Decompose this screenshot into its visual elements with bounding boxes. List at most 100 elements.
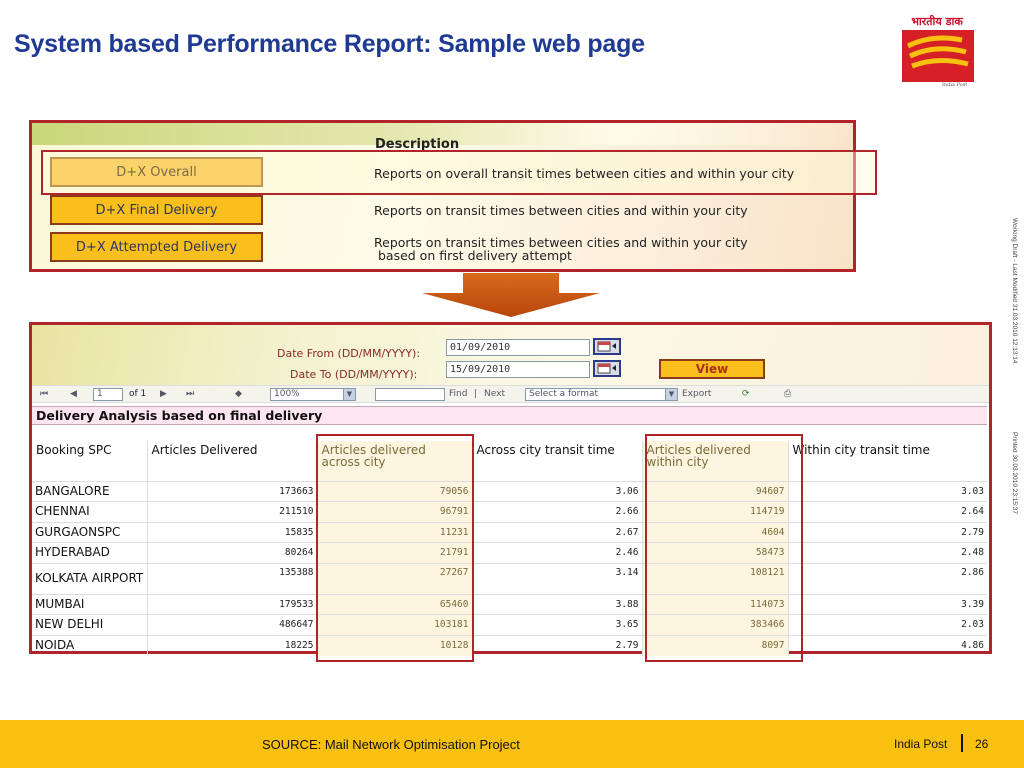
cell-within-city: 108121 [641,562,788,594]
cell-articles-delivered: 179533 [146,593,317,615]
cell-within-city: 114073 [641,593,788,615]
footer-divider [961,734,963,752]
cell-across-transit: 2.79 [471,634,642,656]
cell-within-transit: 2.48 [787,542,987,563]
date-to-input[interactable]: 15/09/2010 [446,361,590,378]
cell-across-city: 79056 [316,480,472,502]
cell-articles-delivered: 18225 [146,634,317,656]
export-format-select[interactable]: Select a format ▼ [525,388,678,401]
footer-org: India Post [894,737,948,751]
cell-booking-spc: KOLKATA AIRPORT [32,562,147,594]
date-from-label: Date From (DD/MM/YYYY): [277,347,421,360]
cell-booking-spc: MUMBAI [32,593,147,615]
cell-across-city: 10128 [316,634,472,656]
cell-within-city: 4604 [641,521,788,543]
calendar-icon [597,363,616,374]
side-note-modified: Working Draft - Last Modified 31.03.2010… [1011,218,1018,364]
logo-hindi-text: भारतीय डाक [911,15,963,28]
chevron-down-icon: ▼ [343,389,355,400]
slide-footer: SOURCE: Mail Network Optimisation Projec… [0,720,1024,768]
delivery-report-panel: Date From (DD/MM/YYYY): 01/09/2010 Date … [29,322,992,662]
page-number-input[interactable]: 1 [93,388,123,401]
cell-within-transit: 2.64 [787,501,987,522]
cell-across-city: 21791 [316,542,472,563]
date-to-calendar-button[interactable] [593,360,621,377]
cell-across-city: 65460 [316,593,472,615]
column-header: Articles delivered across city [316,441,472,481]
zoom-select[interactable]: 100% ▼ [270,388,356,401]
column-header: Within city transit time [787,441,987,481]
cell-booking-spc: CHENNAI [32,501,147,522]
date-from-input[interactable]: 01/09/2010 [446,339,590,356]
cell-across-transit: 3.14 [471,562,642,594]
report-viewer-toolbar: ⏮ ◀ 1 of 1 ▶ ⏭ ◆ 100% ▼ Find | Next Sele… [32,385,989,403]
cell-within-city: 8097 [641,634,788,656]
chevron-down-icon: ▼ [665,389,677,400]
previous-page-icon[interactable]: ◀ [70,389,77,399]
table-row: CHENNAI 211510 96791 2.66 114719 2.64 [32,501,987,522]
cell-within-city: 94607 [641,480,788,502]
column-header: Across city transit time [471,441,642,481]
cell-articles-delivered: 135388 [146,562,317,594]
report-button-overall[interactable]: D+X Overall [50,157,263,187]
cell-across-transit: 2.67 [471,521,642,543]
cell-across-transit: 3.65 [471,614,642,635]
cell-articles-delivered: 211510 [146,501,317,522]
cell-articles-delivered: 15835 [146,521,317,543]
report-button-attempted-delivery[interactable]: D+X Attempted Delivery [50,232,263,262]
cell-within-city: 383466 [641,614,788,635]
table-row: BANGALORE 173663 79056 3.06 94607 3.03 [32,480,987,502]
date-from-calendar-button[interactable] [593,338,621,355]
table-row: KOLKATA AIRPORT 135388 27267 3.14 108121… [32,562,987,594]
filter-area: Date From (DD/MM/YYYY): 01/09/2010 Date … [32,325,989,385]
cell-booking-spc: NEW DELHI [32,614,147,635]
last-page-icon[interactable]: ⏭ [186,389,194,399]
calendar-icon [597,341,616,352]
table-row: HYDERABAD 80264 21791 2.46 58473 2.48 [32,542,987,563]
print-icon[interactable]: ⎙ [784,389,791,399]
next-link[interactable]: Next [484,389,505,399]
find-link[interactable]: Find [449,389,467,399]
page-number: 26 [975,737,989,751]
cell-across-transit: 3.88 [471,593,642,615]
description-line-2: based on first delivery attempt [374,248,572,263]
column-header: Articles Delivered [146,441,317,481]
cell-across-city: 27267 [316,562,472,594]
india-post-emblem-icon [906,35,969,69]
india-post-logo: भारतीय डाक India Post [880,10,990,90]
page-count: of 1 [129,389,147,399]
cell-across-transit: 2.46 [471,542,642,563]
find-input[interactable] [375,388,445,401]
column-header: Booking SPC [36,443,112,457]
delivery-table: Booking SPC Articles Delivered Articles … [32,441,987,656]
cell-articles-delivered: 80264 [146,542,317,563]
view-button[interactable]: View [659,359,765,379]
side-note-printed: Printed 30.03.2010 23:15:37 [1011,432,1018,515]
cell-across-transit: 2.66 [471,501,642,522]
cell-articles-delivered: 173663 [146,480,317,502]
cell-within-city: 114719 [641,501,788,522]
table-header-row: Booking SPC Articles Delivered Articles … [32,441,987,481]
export-format-value: Select a format [529,389,599,399]
logo-emblem [902,30,974,82]
table-row: NOIDA 18225 10128 2.79 8097 4.86 [32,634,987,656]
cell-within-transit: 2.79 [787,521,987,543]
cell-booking-spc: GURGAONSPC [32,521,147,543]
cell-within-transit: 3.39 [787,593,987,615]
first-page-icon[interactable]: ⏮ [40,389,48,399]
report-button-final-delivery[interactable]: D+X Final Delivery [50,195,263,225]
cell-across-city: 96791 [316,501,472,522]
report-title: Delivery Analysis based on final deliver… [32,406,987,425]
refresh-icon[interactable]: ⟳ [742,389,750,399]
cell-within-city: 58473 [641,542,788,563]
report-description-final-delivery: Reports on transit times between cities … [374,203,748,218]
export-link[interactable]: Export [682,389,711,399]
next-page-icon[interactable]: ▶ [160,389,167,399]
footer-source: SOURCE: Mail Network Optimisation Projec… [262,737,520,752]
report-description-overall: Reports on overall transit times between… [374,166,795,181]
cell-across-city: 103181 [316,614,472,635]
table-row: NEW DELHI 486647 103181 3.65 383466 2.03 [32,614,987,635]
back-icon[interactable]: ◆ [235,389,242,399]
date-to-label: Date To (DD/MM/YYYY): [290,368,418,381]
cell-booking-spc: HYDERABAD [32,542,147,563]
